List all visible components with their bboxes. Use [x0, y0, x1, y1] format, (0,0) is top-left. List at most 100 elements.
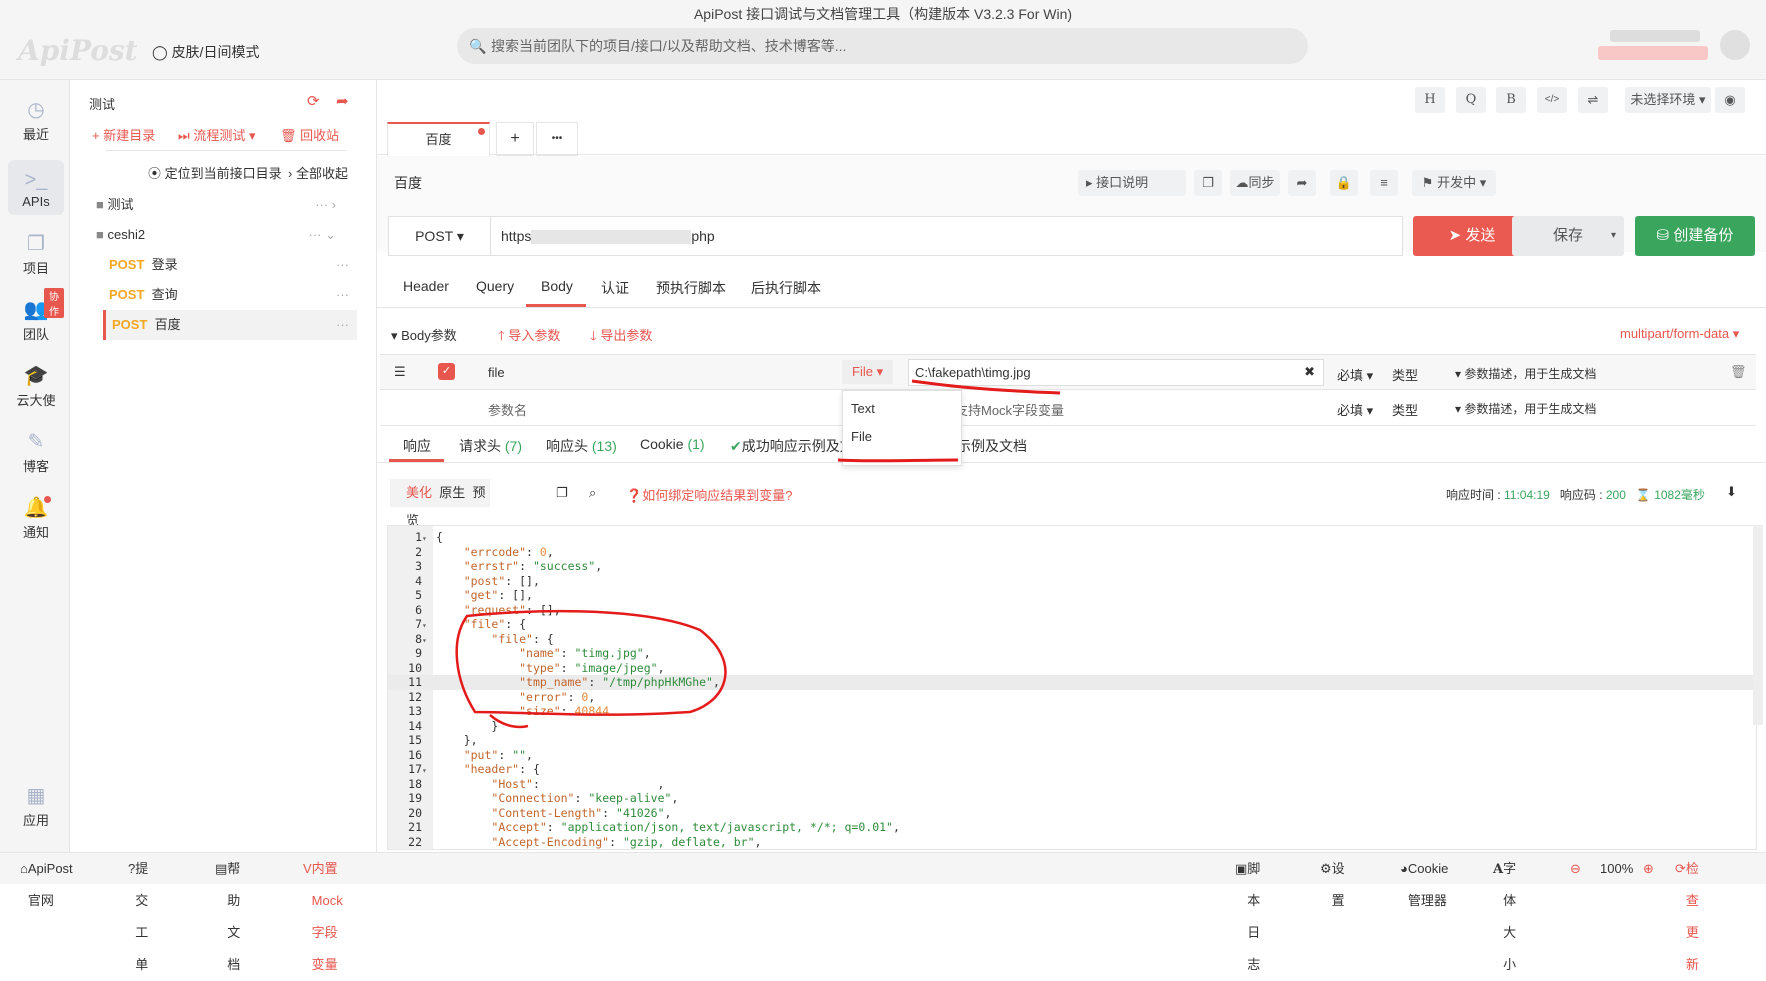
lock-icon[interactable]: 🔒	[1330, 170, 1358, 196]
tab-response-headers[interactable]: 响应头 (13)	[546, 436, 617, 456]
nav-notify[interactable]: 🔔 通知	[8, 494, 64, 541]
param-desc-input[interactable]: ▾ 参数描述，用于生成文档	[1455, 365, 1596, 382]
folder-item[interactable]: ■ 测试 ··· ›	[96, 190, 346, 220]
share-icon[interactable]: ➦	[336, 92, 349, 110]
add-tab-button[interactable]: +	[496, 122, 534, 156]
caret-down-icon[interactable]: ▾	[1611, 216, 1616, 256]
tab-fail-example[interactable]: 示例及文档	[957, 436, 1027, 456]
more-icon[interactable]: ···	[336, 310, 349, 340]
mode-raw[interactable]: 原生	[439, 485, 465, 500]
tab-baidu[interactable]: 百度	[387, 122, 490, 156]
avatar[interactable]	[1720, 30, 1750, 60]
param-checkbox[interactable]: ✓	[438, 363, 455, 380]
tab-pre-script[interactable]: 预执行脚本	[656, 278, 726, 298]
search-icon[interactable]: ⌕	[589, 485, 596, 501]
official-site-link[interactable]: ⌂ ApiPost官网	[20, 853, 73, 908]
tab-body[interactable]: Body	[541, 278, 573, 294]
tab-cookie[interactable]: Cookie (1)	[640, 436, 705, 452]
api-item[interactable]: POST 登录 ···	[103, 250, 357, 280]
env-select[interactable]: 未选择环境 ▾	[1625, 87, 1711, 113]
tab-request-headers[interactable]: 请求头 (7)	[459, 436, 522, 456]
export-params-button[interactable]: 🡓 导出参数	[590, 325, 652, 349]
tab-success-example[interactable]: ✔成功响应示例及文	[730, 436, 854, 456]
refresh-icon[interactable]: ⟳	[307, 92, 320, 110]
param-value-input[interactable]: C:\fakepath\timg.jpg ✖	[908, 359, 1324, 386]
recycle-bin-button[interactable]: 🗑 回收站	[280, 125, 339, 144]
api-item[interactable]: POST 查询 ···	[103, 280, 357, 310]
tab-post-script[interactable]: 后执行脚本	[751, 278, 821, 298]
more-icon[interactable]: ···	[336, 250, 349, 280]
tab-query[interactable]: Query	[476, 278, 514, 294]
bind-variable-help-link[interactable]: ❓如何绑定响应结果到变量?	[626, 485, 792, 504]
value-type-select[interactable]: 类型	[1392, 400, 1418, 419]
drag-handle-icon[interactable]: ☰	[394, 364, 406, 380]
nav-apis[interactable]: >_ APIs	[8, 160, 64, 215]
sync-button[interactable]: ☁同步	[1230, 170, 1280, 196]
tab-header[interactable]: Header	[403, 278, 449, 294]
required-select[interactable]: 必填 ▾	[1337, 400, 1373, 419]
folder-item[interactable]: ■ ceshi2 ··· ⌄	[96, 220, 346, 250]
q-button[interactable]: Q	[1456, 87, 1486, 113]
mock-vars-link[interactable]: V 内置Mock字段变量	[303, 853, 343, 972]
flow-test-button[interactable]: ⏭ 流程测试 ▾	[178, 125, 255, 144]
param-key-placeholder[interactable]: 参数名	[488, 400, 527, 419]
nav-recent[interactable]: ◷ 最近	[8, 96, 64, 143]
param-desc-input[interactable]: ▾ 参数描述，用于生成文档	[1455, 400, 1596, 417]
cookie-manager-button[interactable]: ◕ Cookie管理器	[1400, 853, 1448, 908]
more-tabs-button[interactable]: •••	[536, 122, 578, 156]
nav-apps[interactable]: ▦ 应用	[8, 782, 64, 829]
nav-ambassador[interactable]: 🎓 云大使	[8, 362, 64, 409]
settings-button[interactable]: ⚙ 设置	[1320, 853, 1345, 908]
body-params-toggle[interactable]: ▾ Body参数	[391, 325, 457, 344]
locate-current-button[interactable]: ⦿ 定位到当前接口目录	[148, 163, 282, 182]
collapse-all-button[interactable]: › 全部收起	[288, 163, 348, 182]
scrollbar[interactable]	[1753, 525, 1763, 725]
download-icon[interactable]: ⬇	[1726, 484, 1737, 500]
zoom-in-icon[interactable]: ⊕	[1643, 853, 1654, 885]
settings-sliders-button[interactable]: ⇌	[1578, 87, 1608, 113]
script-log-button[interactable]: ▣ 脚本日志	[1235, 853, 1260, 972]
response-editor[interactable]: 1▾{2 "errcode": 0, 3 "errstr": "success",…	[387, 525, 1757, 850]
required-select[interactable]: 必填 ▾	[1337, 365, 1373, 384]
dropdown-option-text[interactable]: Text	[851, 401, 875, 416]
import-params-button[interactable]: 🡑 导入参数	[498, 325, 560, 349]
param-key[interactable]: file	[488, 365, 505, 380]
h-button[interactable]: H	[1415, 87, 1445, 113]
new-folder-button[interactable]: + 新建目录	[92, 125, 155, 144]
zoom-out-icon[interactable]: ⊖	[1570, 853, 1581, 885]
url-input[interactable]: https php	[501, 217, 715, 255]
save-button[interactable]: 保存 ▾	[1512, 216, 1624, 256]
tab-label: 成功响应示例及文	[741, 438, 854, 454]
tab-response[interactable]: 响应	[403, 436, 431, 456]
mode-pretty[interactable]: 美化	[406, 485, 432, 500]
status-select[interactable]: ⚑ 开发中 ▾	[1412, 170, 1496, 196]
param-type-select[interactable]: File ▾	[842, 360, 894, 384]
nav-projects[interactable]: ❐ 项目	[8, 230, 64, 277]
share-icon[interactable]: ➦	[1288, 170, 1316, 196]
api-item-active[interactable]: POST 百度 ···	[103, 310, 357, 340]
tab-auth[interactable]: 认证	[601, 278, 629, 298]
check-update-button[interactable]: ⟳ 检查更新	[1675, 853, 1699, 972]
help-docs-link[interactable]: ▤ 帮助文档	[215, 853, 240, 972]
clear-icon[interactable]: ✖	[1304, 364, 1315, 380]
code-button[interactable]: </>	[1537, 87, 1567, 113]
copy-icon[interactable]: ❐	[556, 485, 568, 501]
copy-icon[interactable]: ❐	[1194, 170, 1222, 196]
eye-icon[interactable]: ◉	[1715, 87, 1745, 113]
value-type-select[interactable]: 类型	[1392, 365, 1418, 384]
global-search[interactable]: 🔍 搜索当前团队下的项目/接口/以及帮助文档、技术博客等...	[457, 28, 1308, 64]
submit-ticket-link[interactable]: ? 提交工单	[128, 853, 148, 972]
create-backup-button[interactable]: ⛁ 创建备份	[1635, 216, 1755, 256]
b-button[interactable]: B	[1496, 87, 1526, 113]
param-value-placeholder[interactable]: 支持Mock字段变量	[955, 400, 1064, 419]
database-icon[interactable]: ≡	[1370, 170, 1398, 196]
api-doc-button[interactable]: ▸ 接口说明	[1078, 170, 1186, 196]
nav-team[interactable]: 👥 团队 协作	[8, 288, 64, 343]
more-icon[interactable]: ···	[336, 280, 349, 310]
trash-icon[interactable]: 🗑	[1730, 364, 1747, 380]
skin-toggle[interactable]: ◯ 皮肤/日间模式	[152, 42, 259, 62]
nav-blog[interactable]: ✎ 博客	[8, 428, 64, 475]
content-type-select[interactable]: multipart/form-data ▾	[1620, 326, 1739, 342]
method-select[interactable]: POST ▾	[389, 217, 491, 255]
dropdown-option-file[interactable]: File	[851, 429, 872, 444]
